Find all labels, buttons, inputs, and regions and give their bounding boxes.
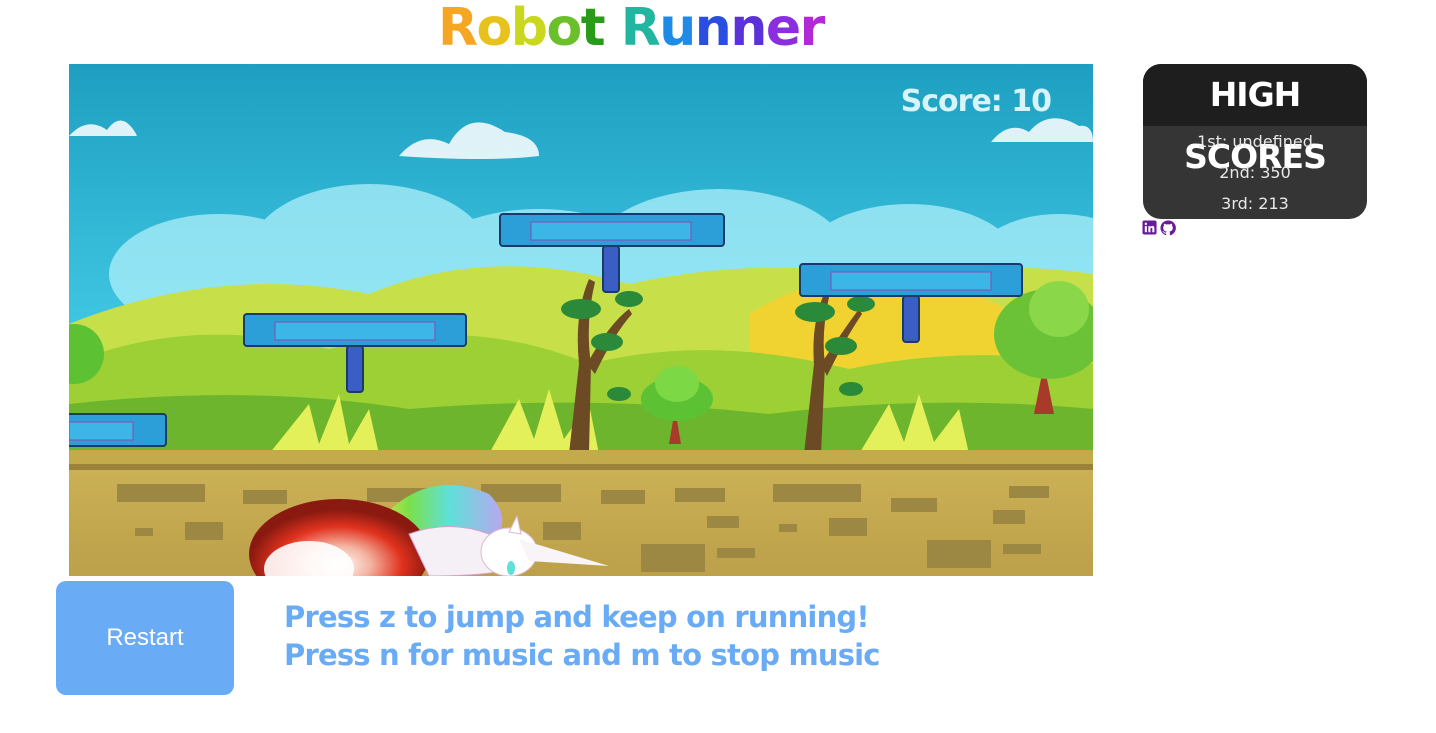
music-instruction: Press n for music and m to stop music [284,638,881,672]
jump-instruction: Press z to jump and keep on running! [284,600,870,634]
high-scores-panel: HIGH SCORES 1st: undefined 2nd: 350 3rd:… [1143,64,1367,219]
title-letter: o [476,0,513,58]
title-letter: R [620,0,661,58]
title-letter: n [730,0,767,58]
score-display: Score: 10 [900,84,1052,119]
title-letter: o [546,0,583,58]
game-title: Robot Runner [438,0,826,58]
high-score-third: 3rd: 213 [1221,194,1289,213]
game-canvas[interactable]: Score: 10 [69,64,1093,576]
title-letter [604,0,621,58]
social-links [1142,220,1176,236]
restart-button[interactable]: Restart [56,581,234,695]
title-letter: u [659,0,696,58]
title-letter: R [438,0,478,58]
linkedin-icon[interactable] [1142,220,1157,236]
github-icon[interactable] [1160,220,1176,236]
title-letter: n [694,0,732,58]
title-letter: b [510,0,548,58]
instructions: Press z to jump and keep on running! Pre… [284,598,881,674]
title-letter: e [765,0,801,58]
high-score-first: 1st: undefined [1197,132,1313,151]
platform [69,413,167,447]
title-letter: r [799,0,826,58]
game-scene [69,64,1093,576]
title-letter: t [580,0,606,58]
high-score-second: 2nd: 350 [1219,163,1291,182]
high-scores-heading: HIGH SCORES [1143,64,1367,176]
